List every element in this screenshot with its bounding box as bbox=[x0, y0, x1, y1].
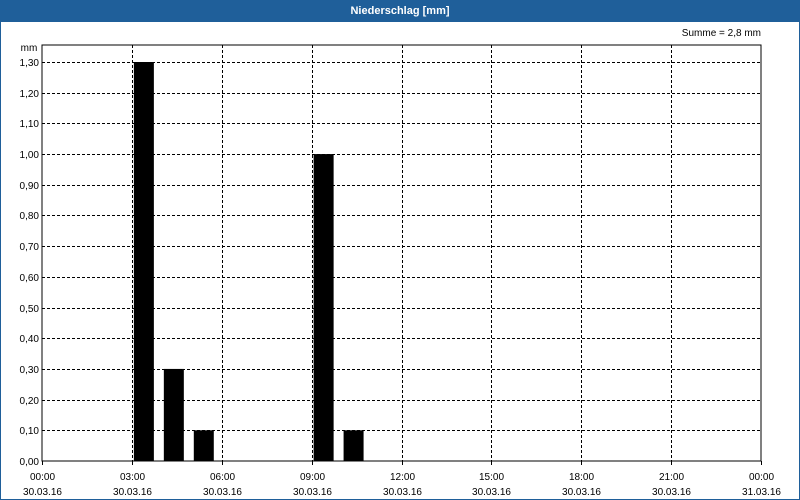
y-tick-label: 0,60 bbox=[20, 273, 40, 284]
precipitation-bar bbox=[193, 430, 214, 461]
x-tick-date-label: 30.03.16 bbox=[562, 487, 601, 498]
y-tick-label: 1,30 bbox=[20, 58, 40, 69]
x-tick-date-label: 30.03.16 bbox=[293, 487, 332, 498]
x-tick-time-label: 03:00 bbox=[120, 472, 145, 483]
x-tick-time-label: 12:00 bbox=[390, 472, 415, 483]
y-tick-label: 1,20 bbox=[20, 89, 40, 100]
y-tick-label: 0,10 bbox=[20, 426, 40, 437]
y-tick-label: 0,70 bbox=[20, 242, 40, 253]
y-tick-label: 0,30 bbox=[20, 365, 40, 376]
y-tick-label: 0,20 bbox=[20, 396, 40, 407]
y-tick-label: 0,80 bbox=[20, 211, 40, 222]
x-tick-time-label: 09:00 bbox=[300, 472, 325, 483]
precipitation-chart: mm 0,000,100,200,300,400,500,600,700,800… bbox=[20, 43, 782, 498]
y-tick-label: 1,10 bbox=[20, 119, 40, 130]
precipitation-bar bbox=[163, 368, 184, 461]
y-tick-label: 0,00 bbox=[20, 457, 40, 468]
x-tick-date-label: 30.03.16 bbox=[23, 487, 62, 498]
bars bbox=[133, 62, 364, 462]
x-tick-date-label: 30.03.16 bbox=[472, 487, 511, 498]
y-tick-label: 1,00 bbox=[20, 150, 40, 161]
y-axis-unit: mm bbox=[21, 43, 38, 54]
x-tick-date-label: 30.03.16 bbox=[203, 487, 242, 498]
x-tick-time-label: 15:00 bbox=[479, 472, 504, 483]
y-tick-label: 0,40 bbox=[20, 334, 40, 345]
x-tick-time-label: 06:00 bbox=[210, 472, 235, 483]
chart-window: Niederschlag [mm] Summe = 2,8 mm mm 0,00… bbox=[0, 0, 800, 500]
y-tick-label: 0,50 bbox=[20, 304, 40, 315]
x-tick-date-label: 30.03.16 bbox=[652, 487, 691, 498]
x-tick-time-label: 00:00 bbox=[749, 472, 774, 483]
x-tick-time-label: 21:00 bbox=[659, 472, 684, 483]
precipitation-bar bbox=[313, 154, 334, 462]
y-tick-label: 0,90 bbox=[20, 181, 40, 192]
x-tick-labels: 00:00 30.03.16 03:00 30.03.16 06:00 30.03.16 0… bbox=[23, 461, 781, 498]
precipitation-bar bbox=[133, 62, 154, 461]
precipitation-bar bbox=[343, 430, 364, 461]
x-tick-date-label: 31.03.16 bbox=[742, 487, 781, 498]
y-tick-labels: 0,00 0,10 0,20 0,30 0,40 0,50 0,60 0,70 0,80 0,90… bbox=[20, 58, 40, 468]
x-tick-time-label: 00:00 bbox=[30, 472, 55, 483]
x-tick-time-label: 18:00 bbox=[569, 472, 594, 483]
x-tick-date-label: 30.03.16 bbox=[383, 487, 422, 498]
x-tick-date-label: 30.03.16 bbox=[113, 487, 152, 498]
